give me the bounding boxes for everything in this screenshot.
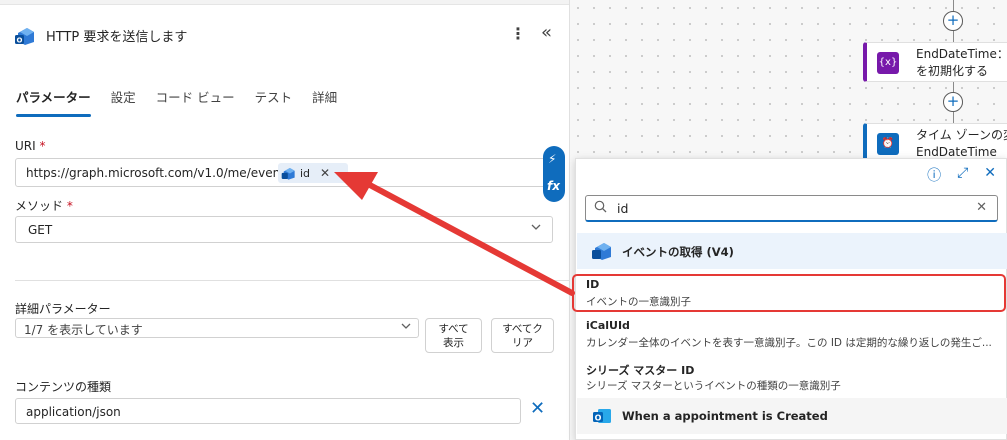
dynamic-content-search-input[interactable]: id ✕ — [585, 195, 998, 222]
variable-icon: {x} — [877, 52, 899, 74]
group-title: イベントの取得 (V4) — [622, 245, 734, 259]
clear-all-button[interactable]: すべてク リア — [491, 318, 554, 353]
method-label-text: メソッド — [15, 199, 64, 213]
add-step-icon[interactable]: + — [943, 92, 963, 112]
node-title-line1: EndDateTime：変 — [916, 47, 1007, 61]
method-value: GET — [28, 223, 53, 237]
content-type-value: application/json — [26, 405, 121, 419]
outlook-connector-icon: O — [14, 25, 36, 47]
remove-parameter-icon[interactable]: ✕ — [530, 398, 545, 419]
tab-details[interactable]: 詳細 — [312, 87, 337, 117]
add-step-icon[interactable]: + — [943, 11, 963, 31]
show-all-line1: すべて — [438, 323, 469, 335]
insert-dynamic-content-button[interactable]: ⚡ — [543, 146, 565, 174]
clock-icon: ⏰ — [877, 133, 899, 155]
fx-icon: fx — [547, 179, 560, 193]
highlight-box — [572, 274, 1006, 312]
group-header-appointment-created[interactable]: O When a appointment is Created — [577, 398, 1007, 434]
node-init-enddatetime[interactable]: {x} EndDateTime：変 を初期化する — [863, 42, 1007, 82]
node-convert-timezone[interactable]: ⏰ タイム ゾーンの変 EndDateTime — [863, 123, 1007, 163]
tab-code-view[interactable]: コード ビュー — [156, 87, 235, 117]
list-item-series-master-id[interactable]: シリーズ マスター ID シリーズ マスターというイベントの種類の一意識別子 — [576, 359, 1006, 395]
chevron-down-icon — [530, 221, 542, 236]
outlook-connector-icon — [592, 243, 611, 260]
required-mark: * — [39, 139, 46, 153]
item-title: iCalUId — [586, 319, 630, 332]
popup-toolbar: ⓘ ⤢ ✕ — [927, 165, 996, 185]
item-desc: カレンダー全体のイベントを表す一意識別子。この ID は定期的な繰り返しの発生ご… — [586, 337, 992, 349]
method-label: メソッド * — [15, 197, 73, 214]
lightning-icon: ⚡ — [548, 152, 557, 166]
group-header-get-event[interactable]: イベントの取得 (V4) — [577, 233, 1007, 269]
collapse-panel-icon[interactable]: « — [541, 22, 552, 43]
tab-bar: パラメーター 設定 コード ビュー テスト 詳細 — [16, 87, 357, 117]
outlook-icon: O — [593, 409, 611, 423]
clear-all-line2: リア — [512, 337, 533, 349]
search-icon — [594, 200, 607, 217]
tab-parameters[interactable]: パラメーター — [16, 87, 91, 117]
action-panel: O HTTP 要求を送信します ⋮ « パラメーター 設定 コード ビュー テス… — [0, 0, 569, 440]
remove-token-icon[interactable]: ✕ — [320, 166, 330, 180]
item-desc: シリーズ マスターというイベントの種類の一意識別子 — [586, 380, 841, 392]
token-label: id — [300, 166, 311, 180]
outlook-token-icon — [281, 167, 295, 180]
advanced-params-dropdown[interactable]: 1/7 を表示しています — [15, 318, 419, 338]
show-all-line2: 表示 — [443, 337, 464, 349]
chevron-down-icon — [400, 320, 412, 335]
tab-settings[interactable]: 設定 — [111, 87, 136, 117]
show-all-button[interactable]: すべて 表示 — [425, 318, 482, 353]
uri-input[interactable]: https://graph.microsoft.com/v1.0/me/even… — [15, 158, 553, 187]
search-value: id — [617, 201, 629, 216]
method-dropdown[interactable]: GET — [15, 216, 553, 243]
section-divider — [15, 280, 569, 281]
clear-all-line1: すべてク — [502, 323, 543, 335]
node-title: タイム ゾーンの変 EndDateTime — [916, 127, 1007, 161]
advanced-params-value: 1/7 を表示しています — [24, 323, 143, 337]
tab-test[interactable]: テスト — [255, 87, 293, 117]
uri-label: URI * — [15, 139, 46, 153]
svg-text:O: O — [595, 414, 602, 423]
node-title: EndDateTime：変 を初期化する — [916, 46, 1007, 80]
expand-icon[interactable]: ⤢ — [957, 165, 968, 185]
item-title: シリーズ マスター ID — [586, 364, 695, 377]
content-type-label: コンテンツの種類 — [15, 380, 112, 394]
close-icon[interactable]: ✕ — [984, 165, 996, 185]
required-mark: * — [66, 199, 73, 213]
advanced-params-label: 詳細パラメーター — [15, 302, 111, 316]
list-item-icaluid[interactable]: iCalUId カレンダー全体のイベントを表す一意識別子。この ID は定期的な… — [576, 317, 1006, 353]
dynamic-token-id[interactable]: id ✕ — [278, 163, 348, 183]
content-type-input[interactable]: application/json — [15, 398, 521, 424]
info-icon[interactable]: ⓘ — [927, 165, 941, 185]
svg-text:O: O — [17, 37, 23, 45]
clear-search-icon[interactable]: ✕ — [976, 200, 987, 215]
group-title: When a appointment is Created — [622, 409, 828, 423]
uri-label-text: URI — [15, 139, 36, 153]
node-title-line2: を初期化する — [916, 64, 989, 78]
node-title-line1: タイム ゾーンの変 — [916, 128, 1007, 142]
more-options-icon[interactable]: ⋮ — [510, 24, 526, 43]
insert-expression-button[interactable]: fx — [543, 174, 565, 202]
uri-value: https://graph.microsoft.com/v1.0/me/even… — [26, 166, 296, 180]
top-strip — [0, 0, 569, 5]
panel-title: HTTP 要求を送信します — [46, 30, 188, 45]
